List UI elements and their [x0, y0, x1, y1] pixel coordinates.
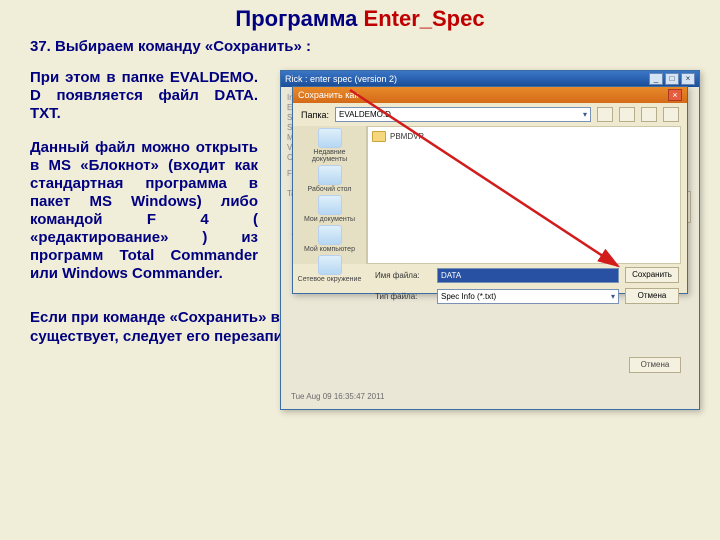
parent-title-text: Rick : enter spec (version 2) [285, 74, 397, 84]
back-icon[interactable] [597, 107, 613, 122]
dialog-title-text: Сохранить как [298, 90, 358, 100]
place-desktop[interactable]: Рабочий стол [296, 165, 364, 193]
close-button[interactable]: × [681, 73, 695, 85]
save-as-dialog: Сохранить как × Папка: EVALDEMO.D ▾ Неда… [292, 86, 688, 294]
place-computer[interactable]: Мой компьютер [296, 225, 364, 253]
maximize-button[interactable]: □ [665, 73, 679, 85]
computer-icon [318, 225, 342, 245]
parent-titlebar: Rick : enter spec (version 2) _ □ × [281, 71, 699, 87]
folder-icon [372, 131, 386, 142]
description-column: При этом в папке EVALDEMO. D появляется … [30, 63, 258, 299]
place-label: Сетевое окружение [298, 276, 362, 283]
step-subtitle: 37. Выбираем команду «Сохранить» : [0, 32, 720, 61]
description-para-1: При этом в папке EVALDEMO. D появляется … [30, 69, 258, 123]
title-highlight: Enter_Spec [364, 6, 485, 31]
place-label: Мой компьютер [304, 246, 355, 253]
recent-icon [318, 128, 342, 148]
parent-timestamp: Tue Aug 09 16:35:47 2011 [291, 392, 384, 401]
lookin-value: EVALDEMO.D [339, 108, 391, 121]
parent-cancel-button[interactable]: Отмена [629, 357, 681, 373]
places-bar: Недавние документы Рабочий стол Мои доку… [293, 126, 367, 264]
page-title: Программа Enter_Spec [0, 0, 720, 32]
lookin-combo[interactable]: EVALDEMO.D ▾ [335, 107, 591, 122]
dialog-titlebar: Сохранить как × [293, 87, 687, 103]
cancel-button[interactable]: Отмена [625, 288, 679, 304]
desktop-icon [318, 165, 342, 185]
list-item[interactable]: PBMDVP [372, 131, 676, 142]
title-prefix: Программа [235, 6, 363, 31]
up-icon[interactable] [619, 107, 635, 122]
filetype-value: Spec Info (*.txt) [441, 290, 496, 303]
folder-name: PBMDVP [390, 132, 424, 141]
place-documents[interactable]: Мои документы [296, 195, 364, 223]
place-recent[interactable]: Недавние документы [296, 128, 364, 163]
place-label: Недавние документы [312, 149, 347, 163]
filename-label: Имя файла: [375, 271, 431, 280]
minimize-button[interactable]: _ [649, 73, 663, 85]
file-list-area[interactable]: PBMDVP [367, 126, 681, 264]
chevron-down-icon: ▾ [611, 290, 615, 303]
place-network[interactable]: Сетевое окружение [296, 255, 364, 283]
save-button[interactable]: Сохранить [625, 267, 679, 283]
filename-input[interactable]: DATA [437, 268, 619, 283]
view-menu-icon[interactable] [663, 107, 679, 122]
filetype-label: Тип файла: [375, 292, 431, 301]
chevron-down-icon: ▾ [583, 108, 587, 121]
lookin-label: Папка: [301, 110, 329, 120]
documents-icon [318, 195, 342, 215]
network-icon [318, 255, 342, 275]
new-folder-icon[interactable] [641, 107, 657, 122]
dialog-close-button[interactable]: × [668, 89, 682, 101]
place-label: Мои документы [304, 216, 355, 223]
filetype-combo[interactable]: Spec Info (*.txt) ▾ [437, 289, 619, 304]
description-para-2: Данный файл можно открыть в MS «Блокнот»… [30, 139, 258, 283]
place-label: Рабочий стол [308, 186, 352, 193]
